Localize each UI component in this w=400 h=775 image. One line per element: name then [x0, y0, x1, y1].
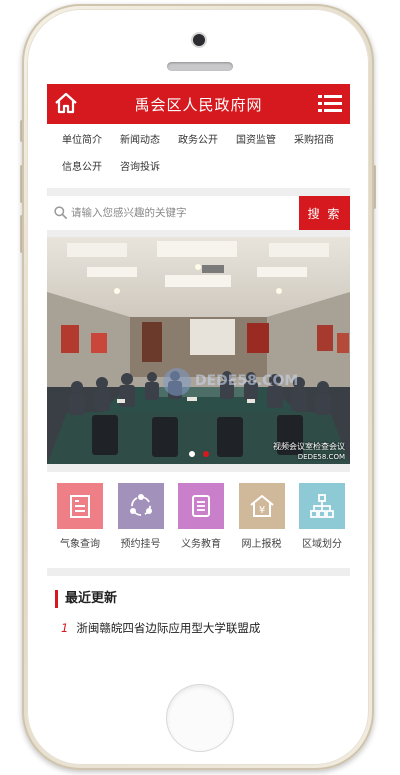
- recent-item-title: 浙闽赣皖四省边际应用型大学联盟成: [76, 621, 261, 635]
- service-weather[interactable]: 气象查询: [55, 472, 105, 568]
- service-tax[interactable]: ¥ 网上报税: [237, 472, 287, 568]
- recent-item[interactable]: 1 浙闽赣皖四省边际应用型大学联盟成: [61, 620, 260, 636]
- service-label: 网上报税: [241, 539, 282, 550]
- site-header: 禹会区人民政府网: [47, 84, 350, 124]
- site-title: 禹会区人民政府网: [134, 95, 263, 114]
- search-input[interactable]: [71, 196, 291, 230]
- phone-screen: 禹会区人民政府网 单位简介 新闻动态 政务公开 国资监管 采购招商 信息公开 咨…: [47, 84, 350, 645]
- nav-item-complaints[interactable]: 咨询投诉: [111, 157, 169, 184]
- meeting-room-photo: DEDE58.COM: [47, 237, 350, 464]
- menu-icon[interactable]: [318, 94, 342, 113]
- search-bar: 搜 索: [47, 196, 350, 230]
- search-button[interactable]: 搜 索: [299, 196, 350, 230]
- carousel-dot[interactable]: [188, 451, 195, 457]
- carousel-dots: [47, 451, 350, 457]
- service-label: 区域划分: [302, 539, 342, 550]
- recent-updates: 最近更新 1 浙闽赣皖四省边际应用型大学联盟成: [47, 576, 350, 645]
- service-label: 气象查询: [60, 539, 100, 550]
- share-nodes-icon: [117, 483, 164, 529]
- document-icon: [178, 483, 224, 529]
- recent-updates-heading: 最近更新: [55, 590, 117, 608]
- nav-item-state-assets[interactable]: 国资监管: [227, 130, 285, 157]
- home-icon[interactable]: [54, 91, 78, 115]
- service-shortcuts: 气象查询 预约挂号 义务教育 ¥ 网上报税 区域划分: [47, 472, 350, 568]
- service-education[interactable]: 义务教育: [176, 472, 226, 568]
- service-regions[interactable]: 区域划分: [297, 472, 347, 568]
- earpiece-speaker: [167, 62, 233, 71]
- carousel-dot-active[interactable]: [202, 451, 209, 457]
- nav-item-information-disclosure[interactable]: 信息公开: [53, 157, 111, 184]
- nav-item-intro[interactable]: 单位简介: [53, 130, 111, 157]
- watermark-logo-text: DEDE58.COM: [195, 373, 298, 389]
- front-camera: [193, 34, 205, 46]
- service-label: 义务教育: [181, 539, 221, 550]
- yen-house-icon: ¥: [238, 483, 285, 529]
- nav-item-procurement[interactable]: 采购招商: [285, 130, 343, 157]
- category-nav: 单位简介 新闻动态 政务公开 国资监管 采购招商 信息公开 咨询投诉: [47, 124, 350, 188]
- svg-text:¥: ¥: [258, 505, 264, 516]
- banner-carousel[interactable]: DEDE58.COM 视频会议室检查会议 DEDE58.COM: [47, 237, 350, 464]
- nav-item-government-affairs[interactable]: 政务公开: [169, 130, 227, 157]
- document-list-icon: [57, 483, 103, 529]
- service-label: 预约挂号: [120, 539, 161, 550]
- search-icon: [54, 206, 67, 219]
- hierarchy-icon: [299, 483, 345, 529]
- home-button[interactable]: [167, 685, 233, 751]
- nav-item-news[interactable]: 新闻动态: [111, 130, 169, 157]
- recent-item-number: 1: [61, 621, 69, 635]
- service-appointment[interactable]: 预约挂号: [116, 472, 166, 568]
